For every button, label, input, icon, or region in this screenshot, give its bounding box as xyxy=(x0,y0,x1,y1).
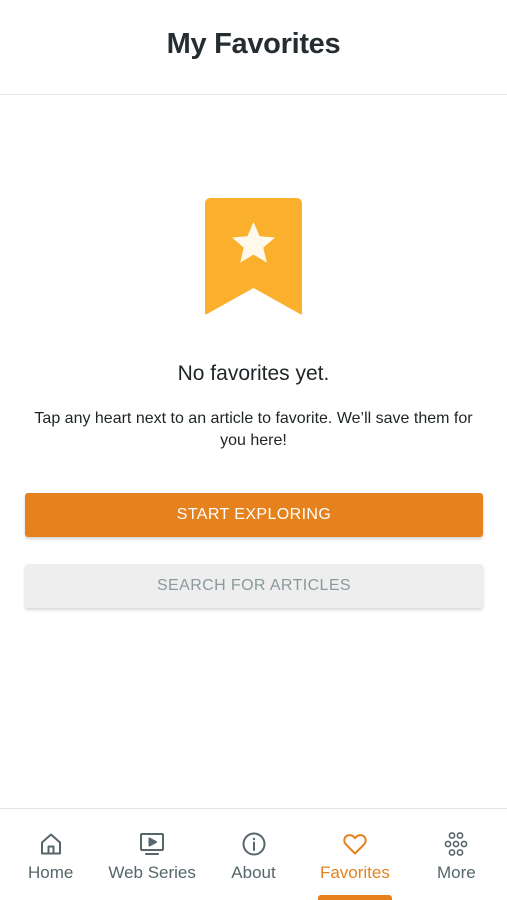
page-title: My Favorites xyxy=(166,27,341,60)
tab-favorites-label: Favorites xyxy=(319,863,390,882)
tab-favorites[interactable]: Favorites xyxy=(304,809,405,900)
tab-about-label: About xyxy=(231,863,276,882)
tab-home[interactable]: Home xyxy=(0,809,101,900)
more-grid-icon xyxy=(443,831,469,857)
tab-web-series[interactable]: Web Series xyxy=(101,809,202,900)
bottom-tab-bar: Home Web Series About Favorites More xyxy=(0,808,507,900)
tab-web-series-label: Web Series xyxy=(108,863,196,882)
info-icon xyxy=(241,831,267,857)
home-icon xyxy=(38,831,64,857)
empty-state-description: Tap any heart next to an article to favo… xyxy=(34,410,473,449)
empty-state-title: No favorites yet. xyxy=(177,362,330,385)
favorites-screen: My Favorites No favorites yet. Tap any h… xyxy=(0,0,507,900)
app-header: My Favorites xyxy=(0,0,507,95)
play-screen-icon xyxy=(139,831,165,857)
tab-about[interactable]: About xyxy=(203,809,304,900)
heart-icon xyxy=(342,831,368,857)
bookmark-star-icon xyxy=(205,198,302,315)
tab-home-label: Home xyxy=(28,863,74,882)
search-articles-button[interactable]: SEARCH FOR ARTICLES xyxy=(25,564,483,608)
tab-more-label: More xyxy=(436,863,476,882)
start-exploring-button[interactable]: START EXPLORING xyxy=(25,493,483,537)
active-tab-indicator xyxy=(317,895,392,900)
tab-more[interactable]: More xyxy=(406,809,507,900)
